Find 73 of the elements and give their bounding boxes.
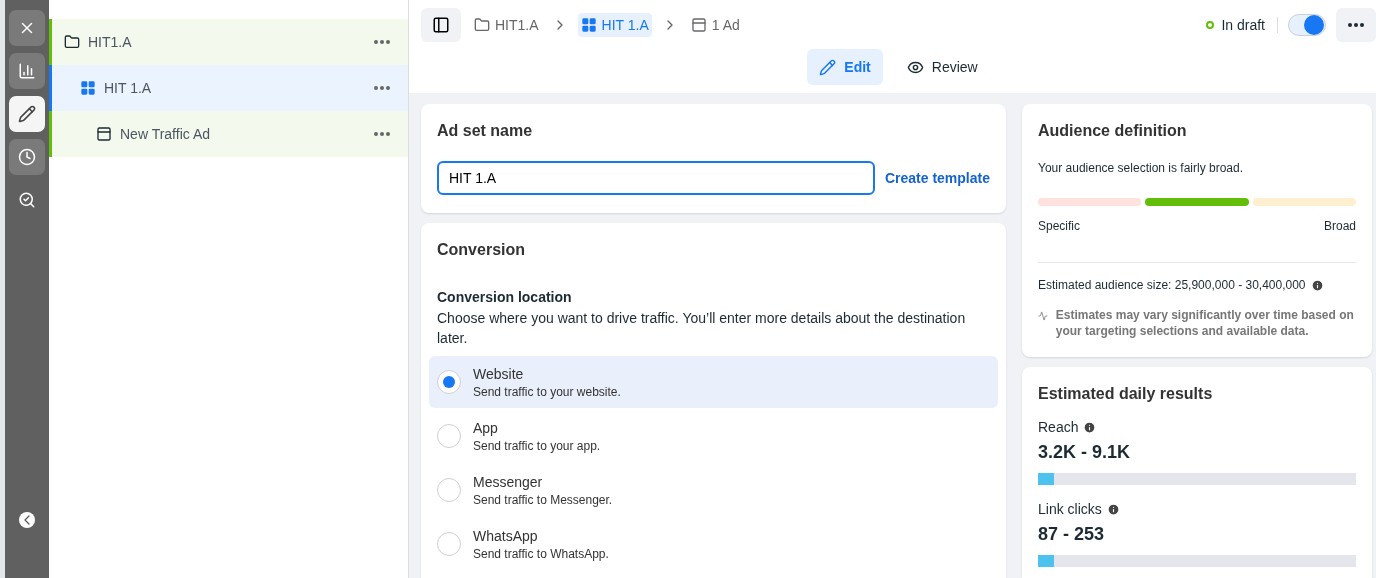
section-title: Estimated daily results (1038, 385, 1214, 403)
tree-item-label: New Traffic Ad (120, 126, 211, 142)
option-hint: Send traffic to your app. (473, 438, 601, 453)
estimate-note: Estimates may vary significantly over time based on your targeting selections and available data. (1055, 307, 1355, 339)
section-title: Audience definition (1038, 122, 1188, 140)
panel-icon (432, 16, 450, 34)
radio-button[interactable] (437, 370, 461, 394)
radio-button[interactable] (437, 532, 461, 556)
tree-item-label: HIT 1.A (104, 80, 153, 96)
breadcrumb[interactable]: HIT1.A (471, 13, 542, 37)
option-label: Website (473, 365, 525, 382)
tree-item-label: HIT1.A (88, 34, 133, 50)
info-icon[interactable] (1310, 278, 1324, 292)
field-description: Choose where you want to drive traffic. You’ll enter more details about the destination later. (437, 309, 967, 348)
folder-icon (474, 17, 490, 33)
more-icon[interactable] (374, 86, 390, 90)
metric-value: 3.2K - 9.1K (1038, 442, 1132, 463)
info-icon[interactable] (1083, 420, 1097, 434)
metric-value: 87 - 253 (1038, 524, 1106, 545)
tree-item[interactable]: HIT 1.A (49, 65, 408, 111)
tab[interactable]: Edit (807, 49, 883, 85)
radio-button[interactable] (437, 424, 461, 448)
chevron-left-icon (19, 512, 35, 528)
more-button[interactable] (1336, 8, 1376, 42)
window-icon (690, 17, 707, 33)
create-template-link[interactable]: Create template (884, 170, 990, 186)
more-icon[interactable] (374, 132, 390, 136)
option-label: WhatsApp (473, 527, 539, 544)
option-hint: Send traffic to Messenger. (473, 492, 613, 507)
field-label: Conversion location (437, 289, 573, 305)
option-label: App (473, 419, 499, 436)
meter-label: Specific (1038, 218, 1081, 234)
grid-icon (580, 17, 597, 33)
meter-label: Broad (1323, 218, 1356, 234)
tab[interactable]: Review (894, 49, 990, 85)
radio-button[interactable] (437, 478, 461, 502)
audience-summary: Your audience selection is fairly broad. (1038, 160, 1244, 176)
edit-button[interactable] (9, 96, 45, 132)
metric-label: Link clicks (1038, 501, 1102, 517)
section-title: Ad set name (437, 122, 534, 140)
breadcrumb[interactable]: 1 Ad (687, 13, 743, 37)
grid-icon (80, 80, 96, 96)
window-icon (96, 126, 112, 142)
status-dot (1206, 21, 1215, 29)
status-label: In draft (1206, 17, 1278, 33)
clock-button[interactable] (9, 139, 45, 175)
option-label: Messenger (473, 473, 544, 490)
audience-size: Estimated audience size: 25,900,000 - 30,400,000 (1038, 277, 1306, 293)
radio-option[interactable]: Website Send traffic to your website. (429, 356, 998, 408)
close-button[interactable] (9, 10, 45, 46)
clock-icon (18, 148, 36, 166)
chart-button[interactable] (9, 53, 45, 89)
pencil-icon (819, 58, 837, 76)
toggle-switch[interactable] (1288, 14, 1326, 36)
info-icon[interactable] (1106, 502, 1120, 516)
section-title: Conversion (437, 241, 526, 259)
tree-item[interactable]: New Traffic Ad (49, 111, 408, 157)
bar-chart-icon (18, 62, 36, 80)
metric-label: Reach (1038, 419, 1079, 435)
pencil-icon (18, 105, 36, 123)
search-icon (18, 191, 36, 209)
sidebar-toggle-button[interactable] (421, 8, 461, 42)
radio-option[interactable]: App Send traffic to your app. (429, 410, 998, 462)
option-hint: Send traffic to WhatsApp. (473, 546, 609, 561)
folder-icon (64, 34, 80, 50)
breadcrumb[interactable]: HIT 1.A (577, 13, 652, 37)
more-icon[interactable] (374, 40, 390, 44)
radio-option[interactable]: WhatsApp Send traffic to WhatsApp. (429, 518, 998, 570)
more-icon (1348, 23, 1364, 27)
input-field[interactable]: HIT 1.A (437, 161, 875, 195)
radio-option[interactable]: Messenger Send traffic to Messenger. (429, 464, 998, 516)
option-hint: Send traffic to your website. (473, 384, 621, 399)
tree-item[interactable]: HIT1.A (49, 19, 408, 65)
